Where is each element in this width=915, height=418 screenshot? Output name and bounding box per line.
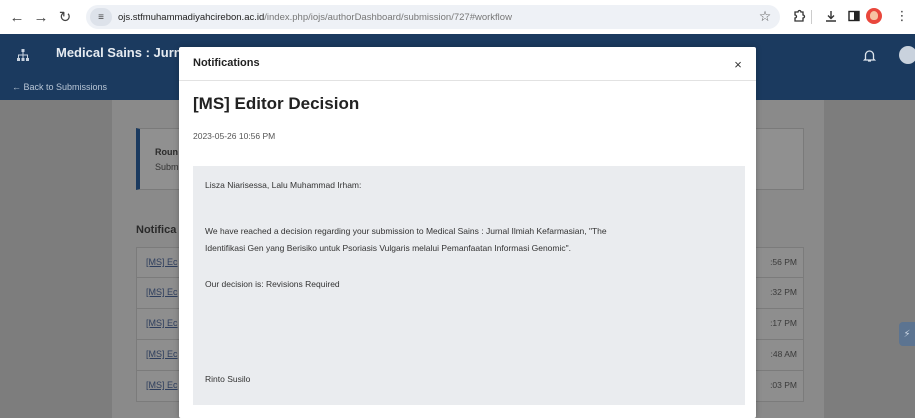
site-name[interactable]: Medical Sains : Jurnal: [56, 45, 193, 60]
email-paragraph-line-2: Identifikasi Gen yang Berisiko untuk Pso…: [205, 243, 572, 253]
notification-link[interactable]: [MS] Ec: [146, 287, 178, 297]
user-icon[interactable]: [899, 46, 915, 64]
email-decision: Our decision is: Revisions Required: [205, 279, 340, 289]
site-info-icon[interactable]: ≡: [90, 8, 112, 26]
notification-time: :32 PM: [770, 287, 797, 297]
email-greeting: Lisza Niarisessa, Lalu Muhammad Irham:: [205, 180, 362, 190]
notification-link[interactable]: [MS] Ec: [146, 380, 178, 390]
reload-icon[interactable]: ↻: [54, 6, 76, 28]
notification-time: :17 PM: [770, 318, 797, 328]
kebab-menu-icon[interactable]: ⋮: [893, 7, 911, 25]
modal-header: Notifications ×: [179, 47, 756, 81]
download-icon[interactable]: [822, 7, 840, 25]
round-status: Subm: [155, 162, 179, 172]
notification-link[interactable]: [MS] Ec: [146, 318, 178, 328]
email-paragraph-line-1: We have reached a decision regarding you…: [205, 226, 607, 236]
forward-arrow-icon[interactable]: →: [30, 6, 52, 28]
extensions-icon[interactable]: [790, 7, 808, 25]
email-subject: [MS] Editor Decision: [193, 94, 360, 113]
notifications-heading: Notifica: [136, 224, 177, 236]
toolbar-divider: [811, 10, 812, 24]
email-signature: Rinto Susilo: [205, 374, 251, 384]
notification-link[interactable]: [MS] Ec: [146, 257, 178, 267]
profile-avatar-icon[interactable]: [865, 7, 883, 25]
close-icon[interactable]: ×: [730, 56, 746, 72]
notification-time: :03 PM: [770, 380, 797, 390]
url-text[interactable]: ojs.stfmuhammadiyahcirebon.ac.id/index.p…: [118, 12, 512, 23]
back-to-submissions-link[interactable]: ← Back to Submissions: [12, 82, 107, 92]
bell-icon[interactable]: [860, 46, 878, 64]
email-body: Lisza Niarisessa, Lalu Muhammad Irham: W…: [193, 166, 745, 405]
sitemap-icon[interactable]: [15, 47, 31, 63]
side-panel-icon[interactable]: [845, 7, 863, 25]
round-title: Roun: [155, 147, 178, 157]
modal-title: Notifications: [193, 57, 260, 69]
url-host: ojs.stfmuhammadiyahcirebon.ac.id: [118, 11, 265, 23]
notification-modal: Notifications × [MS] Editor Decision 202…: [179, 47, 756, 418]
notification-time: :56 PM: [770, 257, 797, 267]
back-arrow-icon[interactable]: ←: [6, 6, 28, 28]
url-path: /index.php/iojs/authorDashboard/submissi…: [264, 11, 512, 23]
help-icon[interactable]: ⚡: [899, 322, 915, 346]
address-bar[interactable]: ≡ ojs.stfmuhammadiyahcirebon.ac.id/index…: [86, 5, 780, 29]
email-date: 2023-05-26 10:56 PM: [193, 131, 276, 141]
bookmark-star-icon[interactable]: ☆: [756, 7, 774, 25]
notification-link[interactable]: [MS] Ec: [146, 349, 178, 359]
browser-toolbar: ← → ↻ ≡ ojs.stfmuhammadiyahcirebon.ac.id…: [0, 0, 915, 34]
notification-time: :48 AM: [770, 349, 797, 359]
